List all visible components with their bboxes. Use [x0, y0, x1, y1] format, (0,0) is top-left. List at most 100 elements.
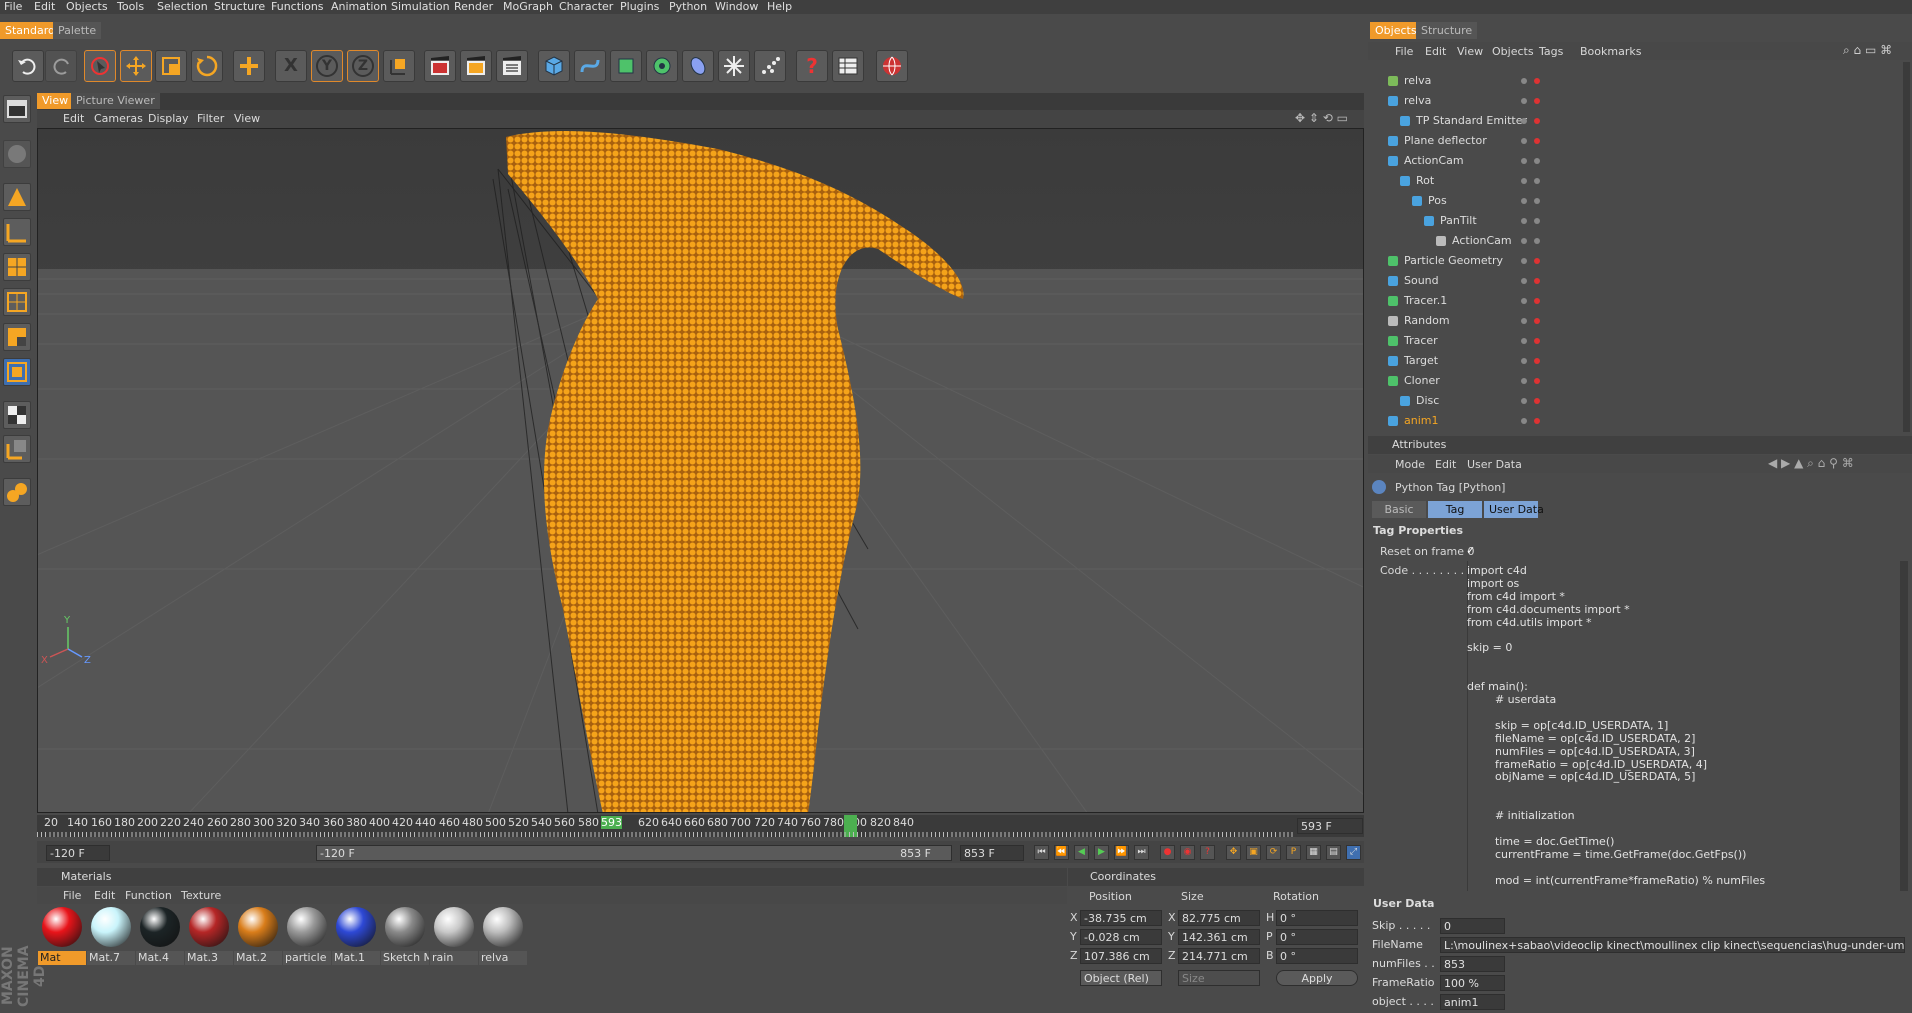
object-row[interactable]: Tracer	[1368, 331, 1912, 351]
tab-tag[interactable]: Tag	[1428, 501, 1482, 518]
add-icon[interactable]	[233, 50, 265, 82]
objects-menu-view[interactable]: View	[1457, 45, 1483, 58]
key-rotation-icon[interactable]: ⟳	[1266, 845, 1281, 860]
render-visibility-dot[interactable]	[1534, 218, 1540, 224]
render-visibility-dot[interactable]	[1534, 398, 1540, 404]
render-visibility-dot[interactable]	[1534, 98, 1540, 104]
material-swatch[interactable]: Mat.2	[234, 905, 282, 965]
timeline-window-icon[interactable]: ▤	[1326, 845, 1341, 860]
menu-edit[interactable]: Edit	[34, 0, 55, 13]
editor-visibility-dot[interactable]	[1521, 218, 1527, 224]
render-visibility-dot[interactable]	[1534, 378, 1540, 384]
points-mode-icon[interactable]	[3, 183, 31, 211]
attributes-nav-icons[interactable]: ◀ ▶ ▲ ⌕ ⌂ ⚲ ⌘	[1768, 456, 1854, 471]
menu-render[interactable]: Render	[454, 0, 493, 13]
editor-visibility-dot[interactable]	[1521, 238, 1527, 244]
size-field[interactable]: 82.775 cm	[1178, 910, 1260, 926]
material-swatch[interactable]: rain	[430, 905, 478, 965]
editor-visibility-dot[interactable]	[1521, 138, 1527, 144]
play-backward-icon[interactable]: ◀	[1074, 845, 1089, 860]
deformer-icon[interactable]	[682, 50, 714, 82]
objects-scrollbar[interactable]	[1903, 62, 1910, 432]
material-swatch[interactable]: Mat.7	[87, 905, 135, 965]
object-row[interactable]: ActionCam	[1368, 231, 1912, 251]
attributes-menu-edit[interactable]: Edit	[1435, 458, 1456, 471]
model-mode-icon[interactable]	[3, 288, 31, 316]
render-visibility-dot[interactable]	[1534, 298, 1540, 304]
cube-icon[interactable]	[538, 50, 570, 82]
current-frame-field[interactable]: 593 F	[1297, 818, 1363, 834]
menu-functions[interactable]: Functions	[271, 0, 324, 13]
menu-help[interactable]: Help	[767, 0, 792, 13]
object-row[interactable]: relva	[1368, 71, 1912, 91]
editor-visibility-dot[interactable]	[1521, 378, 1527, 384]
goto-end-icon[interactable]: ⏭	[1134, 845, 1149, 860]
viewport-3d-scene[interactable]: Y X Z	[37, 128, 1364, 813]
viewport-menu-edit[interactable]: Edit	[63, 112, 84, 125]
size-field[interactable]: 214.771 cm	[1178, 948, 1260, 964]
material-swatch[interactable]: Mat.1	[332, 905, 380, 965]
viewport-menu-cameras[interactable]: Cameras	[94, 112, 143, 125]
start-frame-field[interactable]: -120 F	[46, 845, 110, 861]
object-row[interactable]: Pos	[1368, 191, 1912, 211]
rotation-field[interactable]: 0 °	[1276, 910, 1358, 926]
live-select-icon[interactable]	[84, 50, 116, 82]
object-row[interactable]: Disc	[1368, 391, 1912, 411]
animation-mode-icon[interactable]	[3, 358, 31, 386]
menu-simulation[interactable]: Simulation	[391, 0, 450, 13]
object-mode-icon[interactable]	[3, 323, 31, 351]
tab-basic[interactable]: Basic	[1372, 501, 1426, 518]
render-visibility-dot[interactable]	[1534, 78, 1540, 84]
object-row[interactable]: Particle Geometry	[1368, 251, 1912, 271]
next-key-icon[interactable]: ⏩	[1114, 845, 1129, 860]
object-row[interactable]: relva	[1368, 91, 1912, 111]
render-visibility-dot[interactable]	[1534, 358, 1540, 364]
user-data-field[interactable]: 853	[1440, 956, 1505, 972]
editor-visibility-dot[interactable]	[1521, 418, 1527, 424]
tab-picture-viewer[interactable]: Picture Viewer	[71, 93, 160, 109]
editor-visibility-dot[interactable]	[1521, 318, 1527, 324]
spline-icon[interactable]	[574, 50, 606, 82]
coord-apply-button[interactable]: Apply	[1276, 970, 1358, 986]
size-field[interactable]: 142.361 cm	[1178, 929, 1260, 945]
editor-visibility-dot[interactable]	[1521, 358, 1527, 364]
menu-mograph[interactable]: MoGraph	[503, 0, 553, 13]
materials-menu-file[interactable]: File	[63, 889, 81, 902]
render-visibility-dot[interactable]	[1534, 178, 1540, 184]
render-visibility-dot[interactable]	[1534, 198, 1540, 204]
material-swatch[interactable]: Mat.4	[136, 905, 184, 965]
material-swatch[interactable]: Mat.3	[185, 905, 233, 965]
object-row[interactable]: Random	[1368, 311, 1912, 331]
render-settings-icon[interactable]	[496, 50, 528, 82]
editor-visibility-dot[interactable]	[1521, 258, 1527, 264]
user-data-field[interactable]: 0	[1440, 918, 1505, 934]
coord-mode-select[interactable]: Object (Rel)	[1080, 970, 1162, 986]
editor-visibility-dot[interactable]	[1521, 118, 1527, 124]
snap-icon[interactable]	[3, 435, 31, 463]
viewport-menu-display[interactable]: Display	[148, 112, 189, 125]
editor-visibility-dot[interactable]	[1521, 178, 1527, 184]
objects-menu-bookmarks[interactable]: Bookmarks	[1580, 45, 1641, 58]
materials-menu-function[interactable]: Function	[125, 889, 172, 902]
menu-animation[interactable]: Animation	[331, 0, 387, 13]
viewport-menu-view[interactable]: View	[234, 112, 260, 125]
key-pla-icon[interactable]: ▦	[1306, 845, 1321, 860]
material-swatch[interactable]: Sketch M	[381, 905, 429, 965]
menu-file[interactable]: File	[4, 0, 22, 13]
fcurve-icon[interactable]: ⤢	[1346, 845, 1361, 860]
play-forward-icon[interactable]: ▶	[1094, 845, 1109, 860]
editor-visibility-dot[interactable]	[1521, 158, 1527, 164]
material-swatch[interactable]: relva	[479, 905, 527, 965]
object-row[interactable]: Rot	[1368, 171, 1912, 191]
editor-visibility-dot[interactable]	[1521, 98, 1527, 104]
render-visibility-dot[interactable]	[1534, 418, 1540, 424]
object-row[interactable]: Tracer.1	[1368, 291, 1912, 311]
attributes-menu-user-data[interactable]: User Data	[1467, 458, 1522, 471]
record-icon[interactable]: ●	[1160, 845, 1175, 860]
workplane-icon[interactable]	[3, 401, 31, 429]
timeline-ruler[interactable]: 20 140 160 180 200 220 240 260 280 300 320 340 360 38…	[37, 815, 1364, 837]
texture-mode-icon[interactable]	[3, 140, 31, 168]
render-visibility-dot[interactable]	[1534, 158, 1540, 164]
position-field[interactable]: -0.028 cm	[1080, 929, 1162, 945]
make-editable-icon[interactable]	[3, 95, 31, 123]
